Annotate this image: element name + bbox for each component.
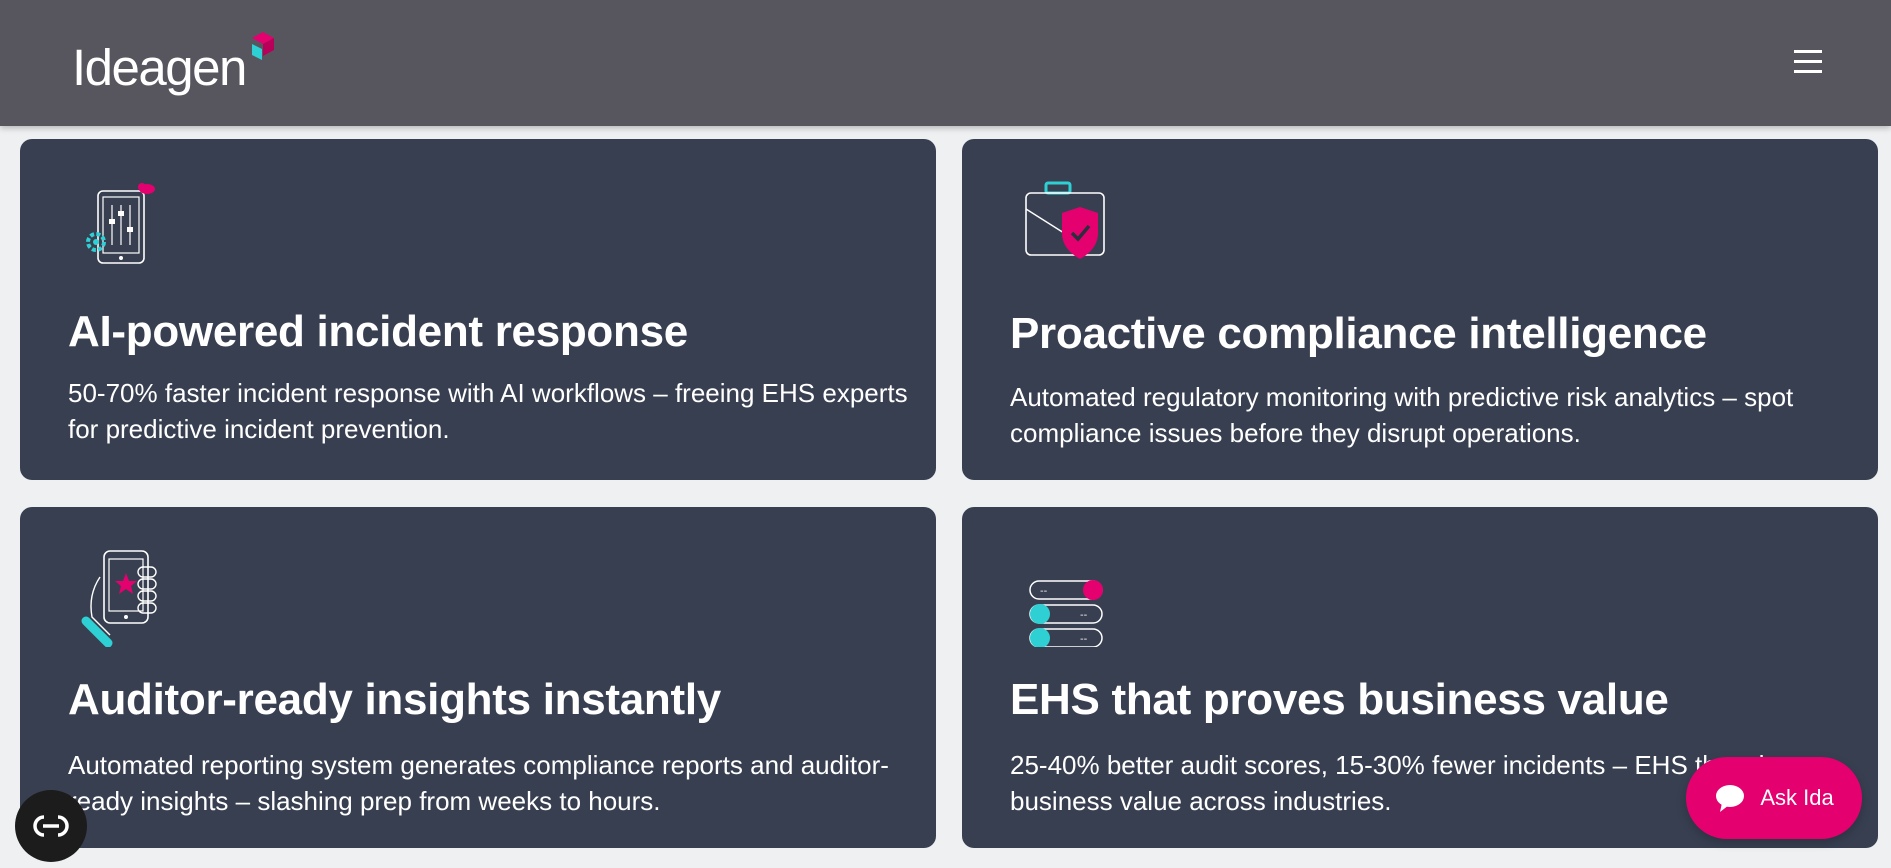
card-description: Automated reporting system generates com… — [68, 750, 889, 816]
ideagen-logo[interactable]: Ideagen — [72, 32, 278, 100]
feature-card-incident-response: AI-powered incident response 50-70% fast… — [20, 139, 936, 480]
card-description: 50-70% faster incident response with AI … — [68, 378, 908, 444]
tablet-sliders-gear-icon — [86, 183, 155, 264]
toggle-switches-icon: -- -- -- — [1029, 580, 1103, 647]
svg-text:--: -- — [1080, 610, 1088, 621]
ask-ida-label: Ask Ida — [1760, 785, 1834, 810]
feature-grid: AI-powered incident response 50-70% fast… — [0, 0, 1891, 868]
briefcase-shield-check-icon — [1025, 181, 1105, 259]
feature-card-auditor-insights: Auditor-ready insights instantly Automat… — [20, 507, 936, 848]
phone-star-hand-icon — [81, 550, 157, 647]
feature-card-compliance-intelligence: Proactive compliance intelligence Automa… — [962, 139, 1878, 480]
card-description: Automated regulatory monitoring with pre… — [1010, 382, 1794, 448]
card-title: Auditor-ready insights instantly — [68, 675, 721, 724]
card-title: Proactive compliance intelligence — [1010, 309, 1707, 358]
logo-text: Ideagen — [72, 39, 247, 96]
logo-cube-icon — [251, 32, 274, 60]
accessibility-toggle-button[interactable] — [15, 790, 87, 862]
hamburger-menu-icon[interactable] — [1790, 44, 1826, 80]
svg-text:--: -- — [1040, 586, 1048, 597]
accessibility-toggle-icon — [33, 815, 69, 837]
site-header: Ideagen — [0, 0, 1891, 126]
chat-bubble-icon — [1716, 785, 1745, 812]
card-title: AI-powered incident response — [68, 307, 688, 356]
card-title: EHS that proves business value — [1010, 675, 1669, 724]
svg-text:--: -- — [1080, 634, 1088, 645]
ask-ida-chat-button[interactable]: Ask Ida — [1686, 757, 1862, 839]
